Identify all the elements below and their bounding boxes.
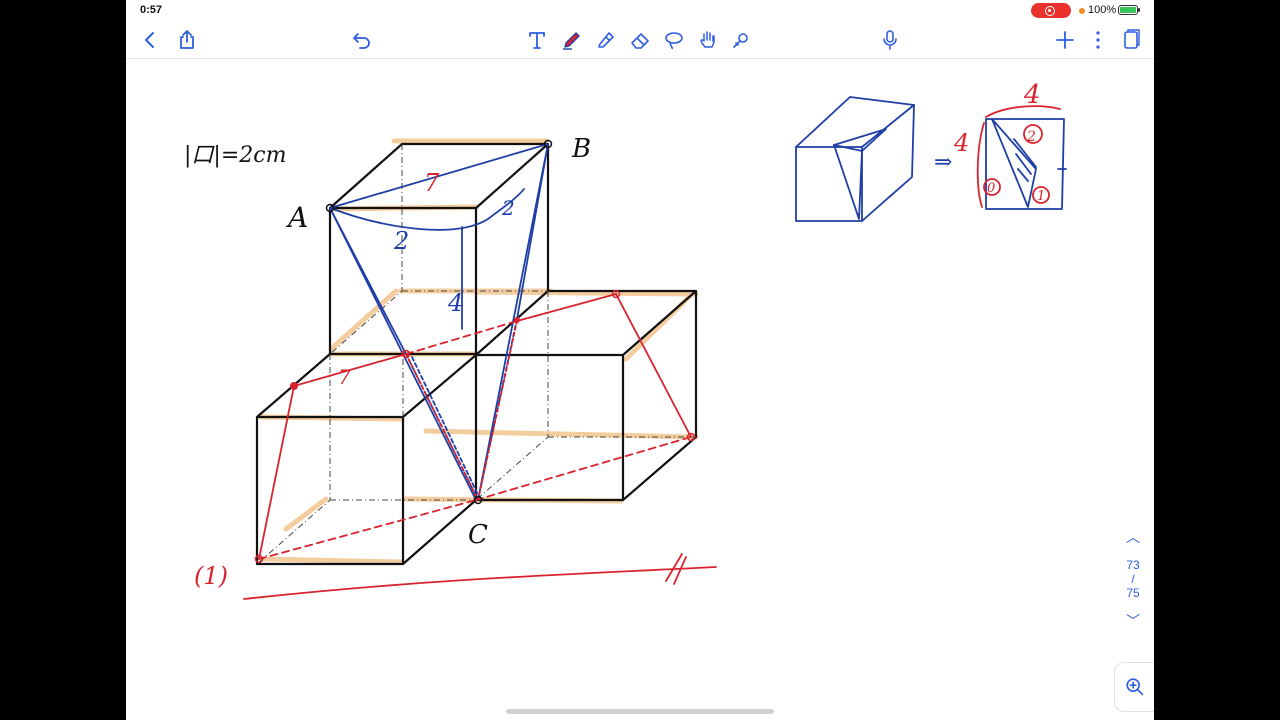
edge-length-note: |口|=2cm: [184, 143, 286, 168]
eraser-icon: [631, 33, 649, 49]
label-four-center: 4: [447, 289, 463, 317]
add-page-button[interactable]: [1051, 26, 1079, 54]
label-two-left: 2: [393, 227, 409, 255]
battery-percentage: 100%: [1088, 4, 1117, 16]
page-navigator: ︿ 73 / 75 ﹀: [1116, 528, 1150, 638]
plus-icon: [1056, 31, 1074, 49]
label-circle-two: 2: [1026, 129, 1036, 145]
note-canvas[interactable]: |口|=2cm A B C 7 7 2 2 4 (1) 4 4 2 0 1 ⇒: [126, 59, 1154, 720]
laser-pointer-icon: [733, 33, 748, 48]
pages-button[interactable]: [1117, 26, 1145, 54]
microphone-indicator-icon: [1079, 8, 1085, 14]
label-four-right-side: 4: [953, 129, 969, 157]
text-tool-icon: [529, 32, 545, 49]
handwritten-drawing: |口|=2cm A B C 7 7 2 2 4 (1) 4 4 2 0 1 ⇒: [184, 80, 1067, 600]
toolbar: [126, 22, 1154, 59]
record-audio-button[interactable]: [876, 26, 904, 54]
pages-icon: [1124, 29, 1140, 49]
pen-tool[interactable]: [558, 26, 586, 54]
label-circle-zero: 0: [987, 181, 995, 196]
label-point-c: C: [468, 520, 488, 550]
status-time: 0:57: [140, 4, 163, 16]
label-part-number: (1): [194, 562, 228, 590]
eraser-tool[interactable]: [626, 26, 654, 54]
lasso-icon: [665, 32, 683, 50]
zoom-in-icon: [1126, 678, 1144, 696]
hand-icon: [700, 31, 715, 48]
label-two-right: 2: [501, 196, 515, 220]
label-point-b: B: [571, 134, 591, 164]
share-button[interactable]: [173, 26, 201, 54]
back-button[interactable]: [136, 26, 164, 54]
label-seven-top: 7: [424, 169, 440, 197]
side-sketch: [795, 96, 1067, 222]
label-circle-one: 1: [1037, 189, 1045, 204]
previous-page-button[interactable]: ︿: [1116, 528, 1150, 546]
implies-arrow: ⇒: [934, 150, 952, 175]
share-icon: [180, 30, 194, 49]
pen-tool-icon: [563, 32, 580, 50]
chevron-left-icon: [145, 32, 154, 48]
highlighter-icon: [598, 32, 614, 48]
notes-app-screen: 0:57 100% |口|=2cm A B C 7 7 2 2 4 (1) 4 …: [126, 0, 1154, 720]
lasso-tool[interactable]: [660, 26, 688, 54]
hand-tool[interactable]: [694, 26, 722, 54]
laser-pointer-tool[interactable]: [727, 26, 755, 54]
total-pages: 75: [1126, 586, 1140, 600]
highlighter-tool[interactable]: [592, 26, 620, 54]
more-button[interactable]: [1084, 26, 1112, 54]
current-page-number: 73: [1126, 558, 1140, 572]
battery-icon: [1118, 5, 1140, 15]
label-point-a: A: [285, 201, 308, 234]
microphone-icon: [883, 30, 897, 50]
status-bar: 0:57 100%: [126, 0, 1154, 22]
label-seven-middle: 7: [338, 365, 351, 389]
text-tool[interactable]: [523, 26, 551, 54]
home-indicator[interactable]: [506, 709, 774, 714]
zoom-button[interactable]: [1114, 662, 1154, 712]
more-icon: [1096, 31, 1100, 49]
screen-recording-icon[interactable]: [1031, 3, 1071, 18]
undo-button[interactable]: [348, 26, 376, 54]
label-four-right-top: 4: [1023, 80, 1041, 110]
next-page-button[interactable]: ﹀: [1116, 612, 1150, 630]
undo-icon: [353, 33, 370, 49]
page-separator: /: [1131, 572, 1135, 586]
